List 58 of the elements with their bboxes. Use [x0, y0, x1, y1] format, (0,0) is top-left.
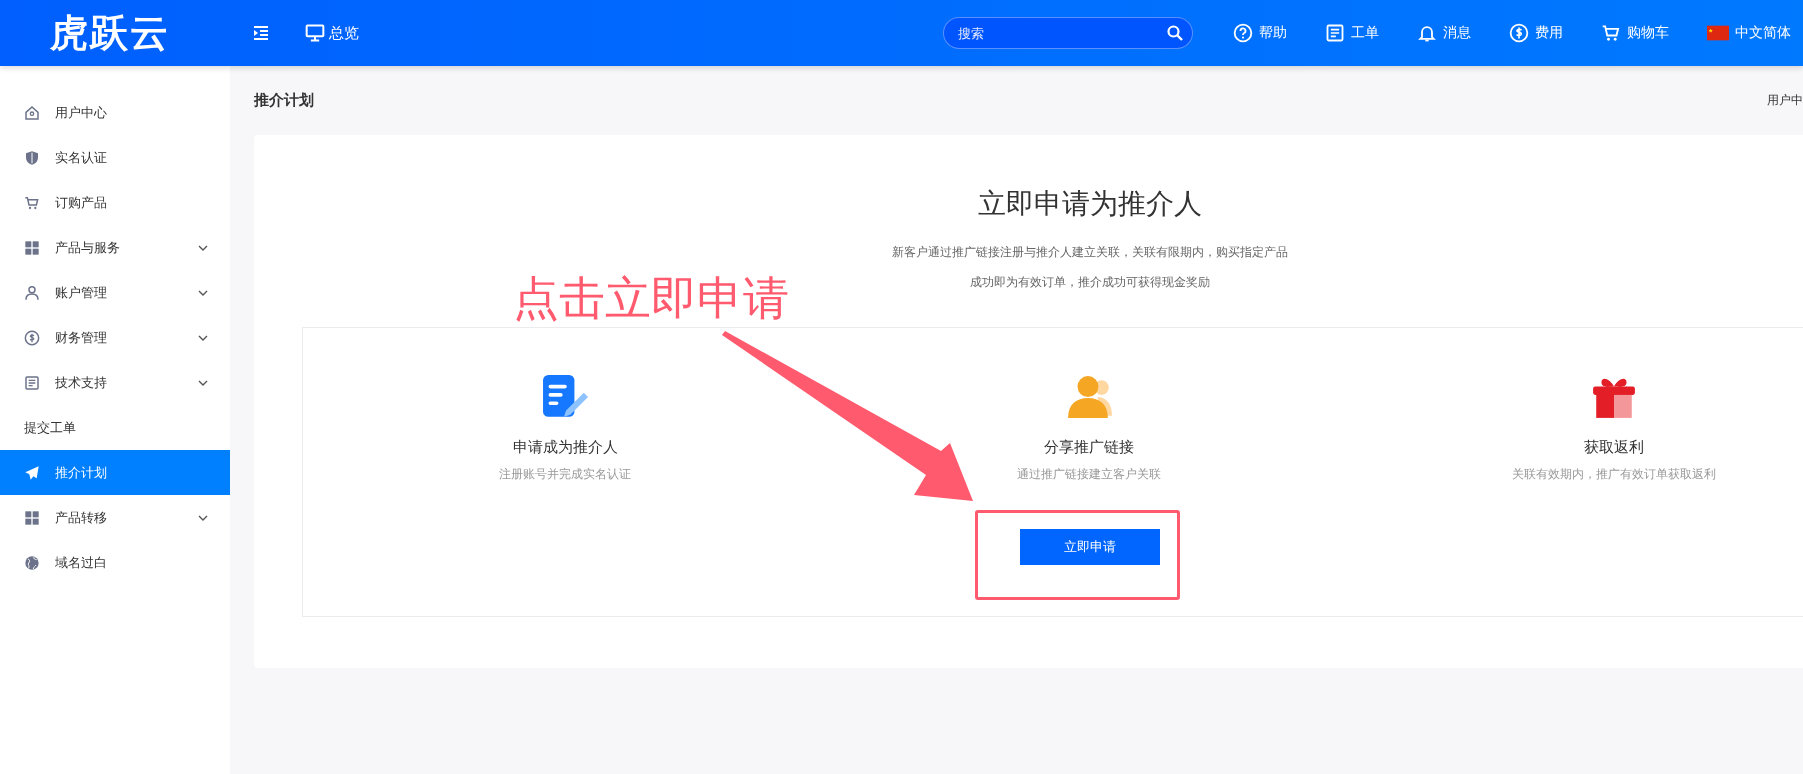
grid-icon	[24, 239, 40, 256]
sidebar-item[interactable]: 实名认证	[0, 135, 230, 180]
nav-link[interactable]: 总览	[305, 23, 359, 43]
search-field[interactable]: 搜索	[943, 17, 1193, 49]
grid-icon	[24, 509, 40, 526]
shield-icon	[24, 149, 40, 166]
sidebar-item[interactable]: 账户管理	[0, 270, 230, 315]
user-icon	[24, 284, 40, 301]
promo-description: 新客户通过推广链接注册与推介人建立关联，关联有限期内，购买指定产品	[891, 244, 1288, 261]
sidebar-item[interactable]: 提交工单	[0, 405, 230, 450]
promo-description: 成功即为有效订单，推介成功可获得现金奖励	[969, 274, 1210, 291]
header-link[interactable]: 工单	[1325, 23, 1379, 43]
help-icon	[1233, 23, 1253, 43]
step-title: 申请成为推介人	[512, 438, 618, 457]
menu-icon[interactable]	[253, 25, 269, 41]
sidebar-item[interactable]: 订购产品	[0, 180, 230, 225]
cart-icon	[24, 194, 40, 211]
promo-title: 立即申请为推介人	[976, 186, 1203, 222]
sidebar-item[interactable]: 财务管理	[0, 315, 230, 360]
step-subtitle: 注册账号并完成实名认证	[499, 466, 632, 483]
header-link[interactable]: 帮助	[1233, 23, 1287, 43]
bell-icon	[1417, 23, 1437, 43]
logo[interactable]: 虎跃云	[50, 7, 200, 59]
search-icon[interactable]	[1167, 25, 1183, 41]
step-title: 获取返利	[1583, 438, 1644, 457]
sidebar-item[interactable]: 域名过白	[0, 540, 230, 585]
breadcrumb-link[interactable]: 用户中	[1767, 92, 1803, 109]
document-icon	[1325, 23, 1345, 43]
dollar-icon	[1509, 23, 1529, 43]
chevron-down-icon	[198, 289, 208, 296]
annotation-text: 点击立即申请	[513, 270, 789, 327]
monitor-icon	[305, 23, 325, 43]
globe-icon	[24, 554, 40, 571]
chevron-down-icon	[198, 244, 208, 251]
apply-button[interactable]: 立即申请	[1019, 529, 1160, 565]
cart-icon	[1601, 23, 1621, 43]
header-link[interactable]: 消息	[1417, 23, 1471, 43]
header-link[interactable]: 购物车	[1601, 23, 1669, 43]
dollar-icon	[24, 329, 40, 346]
step-subtitle: 关联有效期内，推广有效订单获取返利	[1511, 466, 1716, 483]
sidebar-item[interactable]: 产品转移	[0, 495, 230, 540]
header-link[interactable]: 费用	[1509, 23, 1563, 43]
chevron-down-icon	[198, 334, 208, 341]
sidebar-item[interactable]: 技术支持	[0, 360, 230, 405]
document-pen-icon	[542, 374, 589, 420]
document-icon	[24, 374, 40, 391]
sidebar-item[interactable]: 推介计划	[0, 450, 230, 495]
chevron-down-icon	[198, 514, 208, 521]
chevron-down-icon	[198, 379, 208, 386]
sidebar-item[interactable]: 产品与服务	[0, 225, 230, 270]
step-subtitle: 通过推广链接建立客户关联	[1017, 466, 1162, 483]
sidebar-item[interactable]: 用户中心	[0, 90, 230, 135]
people-icon	[1066, 374, 1113, 420]
home-icon	[24, 104, 40, 121]
page-title: 推介计划	[254, 91, 314, 110]
paper-plane-icon	[24, 464, 40, 481]
step-title: 分享推广链接	[1044, 438, 1135, 457]
header-link[interactable]: 中文简体	[1707, 22, 1791, 44]
